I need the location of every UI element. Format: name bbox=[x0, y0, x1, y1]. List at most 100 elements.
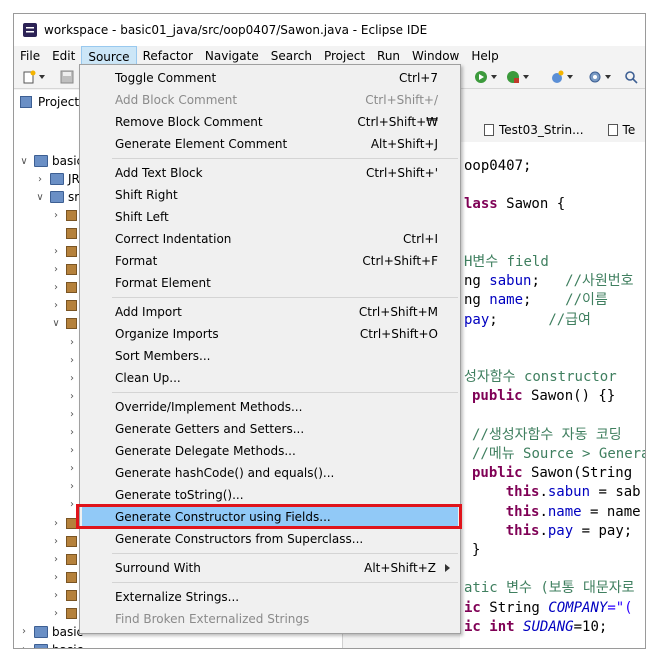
code-token: Sawon(String bbox=[522, 465, 633, 482]
menu-item-remove-block-comment[interactable]: Remove Block Comment Ctrl+Shift+₩ bbox=[82, 111, 458, 133]
tree-item[interactable]: › JR bbox=[34, 170, 80, 188]
menu-item-correct-indentation[interactable]: Correct Indentation Ctrl+I bbox=[82, 228, 458, 250]
menu-source[interactable]: Source bbox=[81, 46, 137, 66]
code-token: pay bbox=[547, 522, 574, 539]
editor-tab-label: Te bbox=[622, 123, 636, 137]
save-button[interactable] bbox=[60, 69, 74, 85]
tree-item[interactable]: › bbox=[50, 279, 81, 297]
chevron-right-icon[interactable]: › bbox=[50, 246, 62, 257]
menu-file[interactable]: File bbox=[14, 46, 46, 66]
chevron-right-icon[interactable]: › bbox=[66, 463, 78, 474]
tree-item[interactable]: › bbox=[50, 261, 81, 279]
code-token: oop0407; bbox=[464, 158, 532, 174]
menu-item-generate-element-comment[interactable]: Generate Element Comment Alt+Shift+J bbox=[82, 133, 458, 155]
open-type-button[interactable] bbox=[588, 69, 611, 85]
chevron-right-icon[interactable]: › bbox=[66, 373, 78, 384]
menu-navigate[interactable]: Navigate bbox=[199, 46, 265, 66]
chevron-right-icon[interactable]: › bbox=[50, 572, 62, 583]
code-token: public bbox=[472, 465, 523, 482]
tree-item[interactable]: ∨ basic bbox=[18, 152, 83, 170]
menu-item-generate-constructors-from-superclass[interactable]: Generate Constructors from Superclass... bbox=[82, 528, 458, 550]
menu-project[interactable]: Project bbox=[318, 46, 371, 66]
tree-item[interactable]: › bbox=[50, 243, 81, 261]
window-title: workspace - basic01_java/src/oop0407/Saw… bbox=[44, 23, 428, 37]
editor-tab[interactable]: Test03_Strin... bbox=[484, 123, 584, 137]
chevron-right-icon[interactable]: › bbox=[66, 337, 78, 348]
menu-edit[interactable]: Edit bbox=[46, 46, 81, 66]
chevron-right-icon[interactable]: › bbox=[50, 608, 62, 619]
chevron-right-icon[interactable]: › bbox=[50, 590, 62, 601]
menu-item-add-block-comment: Add Block Comment Ctrl+Shift+/ bbox=[82, 89, 458, 111]
menu-item-override-implement-methods[interactable]: Override/Implement Methods... bbox=[82, 396, 458, 418]
chevron-down-icon[interactable]: ∨ bbox=[34, 192, 46, 203]
debug-run-button[interactable] bbox=[506, 69, 529, 85]
save-icon bbox=[60, 70, 74, 84]
tree-item[interactable]: ›basic bbox=[18, 623, 83, 641]
chevron-right-icon[interactable]: › bbox=[50, 282, 62, 293]
menu-item-label: Override/Implement Methods... bbox=[115, 400, 303, 414]
menu-item-generate-hashcode-and-equals[interactable]: Generate hashCode() and equals()... bbox=[82, 462, 458, 484]
chevron-right-icon[interactable]: › bbox=[66, 427, 78, 438]
chevron-right-icon[interactable]: › bbox=[66, 409, 78, 420]
tree-item[interactable]: ∨ sr bbox=[34, 188, 79, 206]
code-token: ="( bbox=[607, 599, 633, 616]
menu-item-shift-left[interactable]: Shift Left bbox=[82, 206, 458, 228]
menu-item-format-element[interactable]: Format Element bbox=[82, 272, 458, 294]
tree-item[interactable]: › bbox=[50, 297, 81, 315]
chevron-right-icon[interactable]: › bbox=[66, 391, 78, 402]
menu-item-generate-tostring[interactable]: Generate toString()... bbox=[82, 484, 458, 506]
tree-item[interactable]: › bbox=[50, 532, 81, 550]
menu-item-find-broken-externalized-strings: Find Broken Externalized Strings bbox=[82, 608, 458, 630]
menu-item-label: Format bbox=[115, 254, 158, 268]
menu-search[interactable]: Search bbox=[265, 46, 318, 66]
code-line: public Sawon() {} bbox=[472, 386, 615, 406]
code-editor[interactable]: oop0407; lass Sawon {H변수 field ng sabun; /… bbox=[460, 142, 645, 648]
menu-refactor[interactable]: Refactor bbox=[137, 46, 199, 66]
menu-window[interactable]: Window bbox=[406, 46, 465, 66]
menu-item-sort-members[interactable]: Sort Members... bbox=[82, 345, 458, 367]
chevron-down-icon[interactable]: ∨ bbox=[18, 156, 30, 167]
tree-item[interactable]: › bbox=[50, 206, 81, 224]
chevron-right-icon[interactable]: › bbox=[18, 626, 30, 637]
menu-item-add-import[interactable]: Add Import Ctrl+Shift+M bbox=[82, 301, 458, 323]
menu-item-surround-with[interactable]: Surround With Alt+Shift+Z bbox=[82, 557, 458, 579]
menu-item-clean-up[interactable]: Clean Up... bbox=[82, 367, 458, 389]
java-file-icon bbox=[484, 124, 494, 136]
chevron-right-icon[interactable]: › bbox=[66, 481, 78, 492]
chevron-right-icon[interactable]: › bbox=[50, 210, 62, 221]
menu-item-shift-right[interactable]: Shift Right bbox=[82, 184, 458, 206]
search-toolbar-button[interactable] bbox=[624, 69, 638, 85]
chevron-right-icon[interactable]: › bbox=[50, 518, 62, 529]
run-button[interactable] bbox=[474, 69, 497, 85]
chevron-right-icon[interactable]: › bbox=[50, 264, 62, 275]
menu-item-format[interactable]: Format Ctrl+Shift+F bbox=[82, 250, 458, 272]
menu-item-generate-getters-and-setters[interactable]: Generate Getters and Setters... bbox=[82, 418, 458, 440]
menu-item-generate-delegate-methods[interactable]: Generate Delegate Methods... bbox=[82, 440, 458, 462]
chevron-right-icon[interactable]: › bbox=[66, 355, 78, 366]
tree-item[interactable]: › bbox=[50, 586, 81, 604]
chevron-right-icon[interactable]: › bbox=[50, 300, 62, 311]
menu-item-organize-imports[interactable]: Organize Imports Ctrl+Shift+O bbox=[82, 323, 458, 345]
tree-item[interactable]: › bbox=[50, 568, 81, 586]
tree-item[interactable]: › bbox=[50, 550, 81, 568]
tree-item[interactable]: ›basic bbox=[18, 641, 83, 648]
chevron-right-icon[interactable]: › bbox=[34, 174, 46, 185]
chevron-right-icon[interactable]: › bbox=[18, 644, 30, 648]
new-java-class-button[interactable] bbox=[550, 69, 573, 85]
menu-item-toggle-comment[interactable]: Toggle Comment Ctrl+7 bbox=[82, 67, 458, 89]
editor-tab[interactable]: Te bbox=[607, 123, 636, 137]
tree-item[interactable]: ∨ bbox=[50, 315, 81, 333]
tree-item[interactable]: › bbox=[50, 605, 81, 623]
tree-item[interactable] bbox=[50, 224, 81, 242]
menu-item-add-text-block[interactable]: Add Text Block Ctrl+Shift+' bbox=[82, 162, 458, 184]
menu-run[interactable]: Run bbox=[371, 46, 406, 66]
menu-help[interactable]: Help bbox=[465, 46, 504, 66]
menu-item-label: Add Import bbox=[115, 305, 182, 319]
code-line: //메뉴 Source > Genera bbox=[472, 444, 645, 464]
chevron-right-icon[interactable]: › bbox=[50, 554, 62, 565]
chevron-right-icon[interactable]: › bbox=[50, 536, 62, 547]
new-button[interactable] bbox=[22, 69, 45, 85]
chevron-right-icon[interactable]: › bbox=[66, 445, 78, 456]
chevron-down-icon[interactable]: ∨ bbox=[50, 318, 62, 329]
menu-item-externalize-strings[interactable]: Externalize Strings... bbox=[82, 586, 458, 608]
